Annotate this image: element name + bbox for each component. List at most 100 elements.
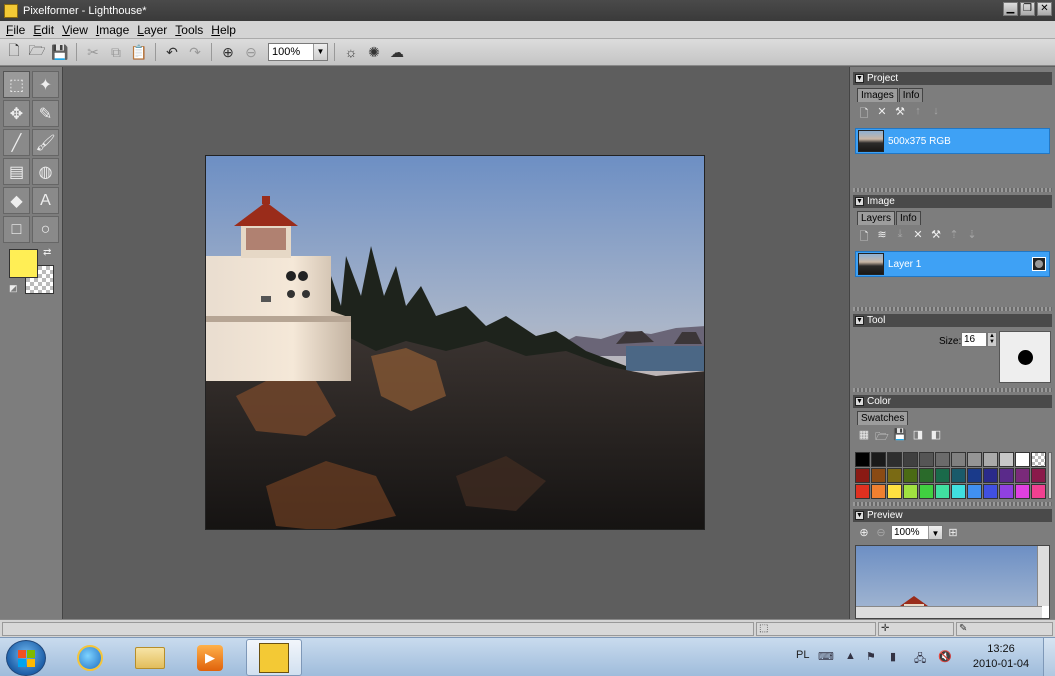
color-swatch[interactable]	[1031, 468, 1046, 483]
language-indicator[interactable]: PL	[796, 649, 809, 661]
paste-icon[interactable]: 📋	[129, 42, 149, 62]
zoom-dropdown[interactable]: 100% ▼	[268, 43, 328, 61]
zoom-out-icon[interactable]: ⊖	[874, 526, 888, 539]
delete-layer-icon[interactable]: ✕	[911, 228, 925, 247]
network-icon[interactable]: 🖧	[914, 650, 926, 669]
swatch-scrollbar[interactable]	[1048, 452, 1052, 499]
color-swatch[interactable]	[871, 468, 886, 483]
color-swatch[interactable]	[967, 468, 982, 483]
collapse-icon[interactable]: ▼	[855, 316, 864, 325]
color-swatch[interactable]	[983, 452, 998, 467]
primary-color-swatch[interactable]	[9, 249, 38, 278]
color-swatch[interactable]	[967, 452, 982, 467]
color-swatch[interactable]	[983, 484, 998, 499]
fit-icon[interactable]: ⊞	[946, 526, 960, 539]
open-swatches-icon[interactable]: 🗁	[875, 428, 889, 447]
color-swatch[interactable]	[935, 484, 950, 499]
image-list-item[interactable]: 500x375 RGB	[855, 128, 1050, 154]
chevron-down-icon[interactable]: ▼	[928, 526, 942, 539]
panel-splitter[interactable]	[853, 388, 1052, 392]
rect-select-icon[interactable]: ⬚	[3, 71, 30, 98]
brush-icon[interactable]: 🖌	[32, 129, 59, 156]
color-swatch[interactable]	[887, 468, 902, 483]
show-hidden-icons[interactable]: ▲	[845, 650, 856, 662]
color-swatch[interactable]	[1015, 484, 1030, 499]
layers-stack-icon[interactable]: ≋	[875, 228, 889, 247]
menu-layer[interactable]: Layer	[133, 23, 171, 37]
color-swatch[interactable]	[1031, 484, 1046, 499]
taskbar-media-player[interactable]: ▶	[182, 639, 238, 676]
cloud-icon[interactable]: ☁	[387, 42, 407, 62]
color-swatch[interactable]	[855, 468, 870, 483]
color-swatch[interactable]	[967, 484, 982, 499]
color-swatch[interactable]	[855, 452, 870, 467]
collapse-icon[interactable]: ▼	[855, 511, 864, 520]
fill-bucket-icon[interactable]: ◍	[32, 158, 59, 185]
color-swatch[interactable]	[935, 452, 950, 467]
properties-icon[interactable]: ⚒	[893, 105, 907, 124]
chevron-down-icon[interactable]: ▼	[313, 44, 327, 60]
ellipse-icon[interactable]: ○	[32, 216, 59, 243]
zoom-value[interactable]: 100%	[269, 44, 313, 60]
preview-panel-header[interactable]: ▼ Preview	[853, 509, 1052, 522]
color-swatch[interactable]	[919, 468, 934, 483]
color-swatch[interactable]	[1031, 452, 1046, 467]
image-canvas[interactable]	[205, 155, 705, 530]
eraser-icon[interactable]: ◆	[3, 187, 30, 214]
color-swatch[interactable]	[855, 484, 870, 499]
taskbar-pixelformer[interactable]	[246, 639, 302, 676]
preview-vertical-scrollbar[interactable]	[1037, 546, 1049, 606]
panel-splitter[interactable]	[853, 188, 1052, 192]
gradient-icon[interactable]: ▤	[3, 158, 30, 185]
preview-zoom-dropdown[interactable]: 100% ▼	[891, 525, 943, 540]
size-spinner[interactable]: ▲ ▼	[987, 332, 997, 347]
delete-icon[interactable]: ✕	[875, 105, 889, 124]
grid-icon[interactable]: ▦	[857, 428, 871, 447]
rectangle-icon[interactable]: □	[3, 216, 30, 243]
sun-icon[interactable]: ✺	[364, 42, 384, 62]
color-swatch[interactable]	[935, 468, 950, 483]
size-input[interactable]: 16	[961, 332, 987, 347]
menu-help[interactable]: Help	[207, 23, 240, 37]
menu-tools[interactable]: Tools	[171, 23, 207, 37]
project-panel-header[interactable]: ▼ Project	[853, 72, 1052, 85]
minimize-button[interactable]: ▁	[1003, 2, 1018, 16]
merge-down-icon[interactable]: ⤓	[893, 228, 907, 247]
taskbar-explorer[interactable]	[122, 639, 178, 676]
layer-visibility-icon[interactable]	[1032, 257, 1046, 271]
layer-down-icon[interactable]: ⇣	[965, 228, 979, 247]
color-swatch[interactable]	[983, 468, 998, 483]
brightness-icon[interactable]: ☼	[341, 42, 361, 62]
color-swatch[interactable]	[919, 484, 934, 499]
color-swatch[interactable]	[871, 452, 886, 467]
menu-file[interactable]: File	[2, 23, 29, 37]
action-center-icon[interactable]: ⚑	[866, 650, 876, 663]
color-swatch[interactable]	[951, 484, 966, 499]
new-image-icon[interactable]: 🗋	[857, 105, 871, 124]
zoom-in-icon[interactable]: ⊕	[218, 42, 238, 62]
zoom-out-icon[interactable]: ⊖	[241, 42, 261, 62]
add-swatch-icon[interactable]: ◨	[911, 428, 925, 447]
preview-zoom-value[interactable]: 100%	[892, 526, 928, 539]
panel-splitter[interactable]	[853, 502, 1052, 506]
color-swatch[interactable]	[903, 452, 918, 467]
collapse-icon[interactable]: ▼	[855, 74, 864, 83]
close-button[interactable]: ✕	[1037, 2, 1052, 16]
system-clock[interactable]: 13:26 2010-01-04	[964, 642, 1038, 672]
color-swatch[interactable]	[871, 484, 886, 499]
volume-muted-icon[interactable]: 🔇	[938, 650, 952, 663]
tab-info[interactable]: Info	[898, 88, 924, 102]
color-swatch[interactable]	[903, 468, 918, 483]
line-icon[interactable]: ╱	[3, 129, 30, 156]
new-layer-icon[interactable]: 🗋	[857, 228, 871, 247]
image-panel-header[interactable]: ▼ Image	[853, 195, 1052, 208]
color-swatch[interactable]	[1015, 468, 1030, 483]
color-swatch[interactable]	[1015, 452, 1030, 467]
move-up-icon[interactable]: ↑	[911, 105, 925, 124]
layer-properties-icon[interactable]: ⚒	[929, 228, 943, 247]
pipette-icon[interactable]: ✎	[32, 100, 59, 127]
menu-view[interactable]: View	[58, 23, 92, 37]
color-swatch[interactable]	[999, 468, 1014, 483]
color-swatch[interactable]	[951, 452, 966, 467]
tab-swatches[interactable]: Swatches	[857, 411, 909, 425]
